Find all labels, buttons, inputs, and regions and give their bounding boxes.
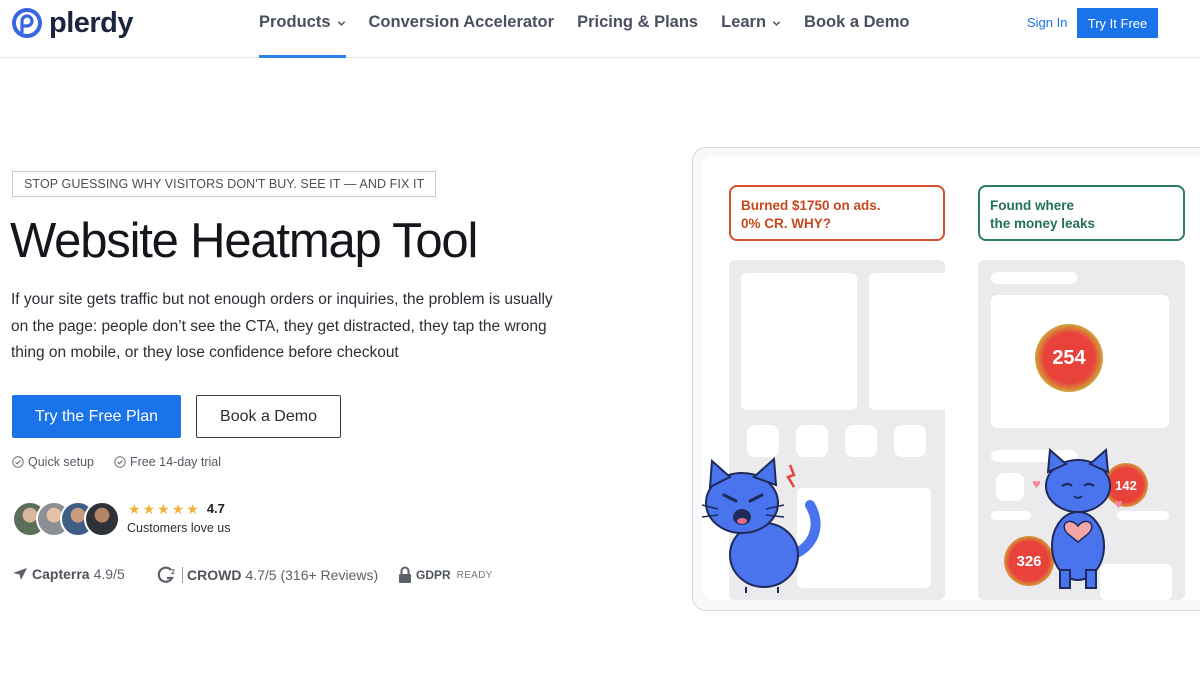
perk-label: Quick setup	[28, 455, 95, 469]
callout-line: the money leaks	[990, 215, 1096, 231]
capterra-name: Capterra	[32, 566, 90, 582]
plerdy-logo[interactable]: plerdy	[12, 6, 134, 40]
callout-solution: Found where the money leaks	[978, 185, 1185, 241]
try-free-plan-button[interactable]: Try the Free Plan	[12, 395, 181, 438]
main-nav: Products Conversion Accelerator Pricing …	[259, 0, 932, 58]
callout-line: Found where	[990, 198, 1074, 213]
rating-stars: ★ ★ ★ ★ ★ 4.7	[128, 501, 225, 516]
nav-item-learn[interactable]: Learn	[721, 0, 781, 58]
g2-badge[interactable]: 2 CROWD 4.7/5 (316+ Reviews)	[156, 566, 378, 584]
sign-in-link[interactable]: Sign In	[1027, 15, 1067, 30]
logo-text: plerdy	[49, 6, 134, 39]
star-icon: ★	[157, 500, 170, 517]
gdpr-label: GDPR	[416, 568, 451, 582]
g2-name: CROWD	[187, 567, 242, 583]
hotspot-count: 254	[1052, 346, 1086, 369]
nav-item-products[interactable]: Products	[259, 0, 346, 58]
site-header: plerdy Products Conversion Accelerator P…	[0, 0, 1200, 58]
perk-free-trial: Free 14-day trial	[114, 455, 221, 469]
star-icon: ★	[171, 500, 185, 517]
callout-problem: Burned $1750 on ads. 0% CR. WHY?	[729, 185, 945, 241]
chevron-down-icon	[337, 21, 345, 26]
capterra-score: 4.9/5	[93, 566, 125, 582]
g2-score: 4.7/5 (316+ Reviews)	[245, 567, 379, 583]
mock-block	[741, 273, 857, 410]
avatar	[84, 501, 120, 537]
angry-cat-icon	[701, 456, 821, 593]
svg-text:2: 2	[171, 569, 175, 576]
nav-label: Products	[259, 13, 331, 31]
mock-line	[991, 272, 1077, 284]
nav-item-conversion-accelerator[interactable]: Conversion Accelerator	[369, 0, 555, 58]
lock-icon	[399, 566, 411, 583]
g2-icon: 2	[157, 566, 175, 583]
rating-caption: Customers love us	[127, 521, 231, 535]
divider	[182, 567, 183, 583]
book-demo-button[interactable]: Book a Demo	[196, 395, 341, 438]
mock-block	[796, 425, 828, 457]
mock-block	[747, 425, 779, 457]
hero-eyebrow: STOP GUESSING WHY VISITORS DON'T BUY. SE…	[12, 171, 437, 197]
check-circle-icon	[114, 456, 126, 468]
nav-label: Pricing & Plans	[577, 13, 699, 31]
perk-label: Free 14-day trial	[130, 455, 222, 469]
capterra-icon	[13, 568, 27, 580]
svg-text:♥: ♥	[1032, 480, 1041, 491]
nav-label: Book a Demo	[804, 13, 910, 31]
rating-value: 4.7	[206, 501, 225, 516]
page-title: Website Heatmap Tool	[10, 214, 478, 268]
mock-block	[869, 273, 945, 410]
nav-label: Conversion Accelerator	[368, 13, 555, 31]
mock-block	[845, 425, 877, 457]
star-icon: ★	[142, 500, 156, 517]
gdpr-badge: GDPR READY	[398, 566, 493, 584]
mock-block	[894, 425, 926, 457]
chevron-down-icon	[772, 21, 781, 26]
gdpr-small: READY	[456, 569, 493, 581]
callout-line: Burned $1750 on ads.	[741, 198, 881, 213]
nav-item-pricing[interactable]: Pricing & Plans	[577, 0, 698, 58]
mock-line	[991, 511, 1031, 520]
perk-quick-setup: Quick setup	[12, 455, 94, 469]
capterra-badge[interactable]: Capterra 4.9/5	[12, 566, 125, 582]
try-it-free-button[interactable]: Try It Free	[1077, 8, 1158, 38]
star-icon: ★	[128, 500, 141, 517]
mock-block	[996, 473, 1024, 501]
plerdy-logo-icon	[12, 8, 42, 38]
nav-label: Learn	[721, 13, 767, 31]
star-icon: ★	[186, 500, 199, 517]
nav-item-book-demo[interactable]: Book a Demo	[804, 0, 909, 58]
happy-cat-icon: ♥ ♥	[1032, 448, 1123, 589]
check-circle-icon	[12, 456, 24, 468]
hero-description: If your site gets traffic but not enough…	[11, 291, 553, 361]
heat-hotspot: 254	[1035, 324, 1103, 392]
callout-line: 0% CR. WHY?	[741, 215, 832, 231]
svg-text:♥: ♥	[1114, 500, 1123, 511]
